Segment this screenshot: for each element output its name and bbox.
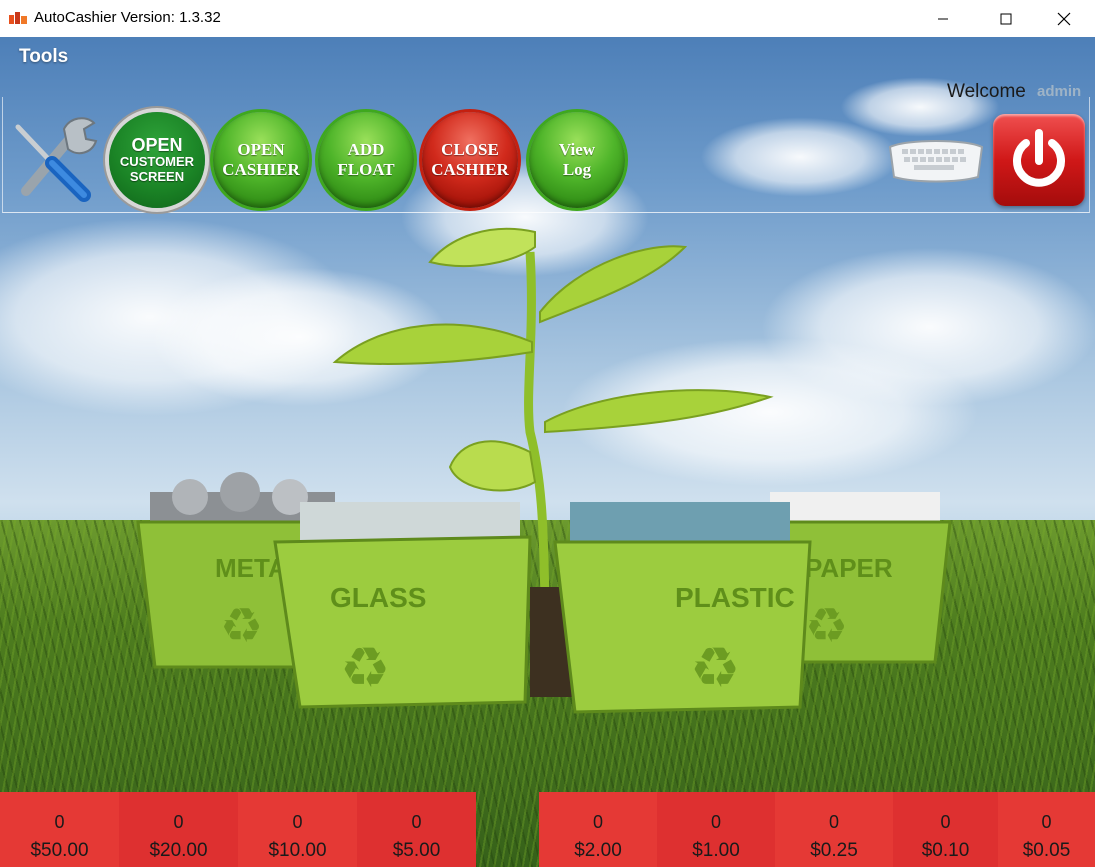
keyboard-icon[interactable]	[886, 137, 986, 183]
username-label: admin	[1037, 83, 1082, 100]
denom-value: $5.00	[392, 840, 441, 861]
denom-count: 0	[292, 812, 303, 832]
tools-menu[interactable]: Tools	[19, 46, 68, 68]
button-label: FLOAT	[337, 160, 395, 179]
denom-20[interactable]: 0 $20.00	[119, 792, 238, 867]
denom-50[interactable]: 0 $50.00	[0, 792, 119, 867]
denom-0-25[interactable]: 0 $0.25	[775, 792, 893, 867]
svg-text:PLASTIC: PLASTIC	[675, 582, 795, 613]
button-label: CUSTOMER	[119, 154, 195, 170]
denom-value: $10.00	[268, 840, 327, 861]
denom-value: $50.00	[30, 840, 89, 861]
svg-text:♻: ♻	[805, 600, 848, 653]
window-title: AutoCashier Version: 1.3.32	[34, 9, 221, 26]
button-label: CASHIER	[431, 160, 509, 179]
minimize-icon	[938, 18, 948, 19]
denom-count: 0	[940, 812, 951, 832]
denom-value: $2.00	[574, 840, 622, 861]
open-cashier-button[interactable]: OPEN CASHIER	[213, 112, 309, 208]
button-label: OPEN	[237, 140, 285, 160]
close-icon	[1057, 12, 1071, 25]
view-log-button[interactable]: View Log	[529, 112, 625, 208]
logout-button[interactable]	[993, 114, 1085, 206]
svg-text:♻: ♻	[220, 600, 263, 653]
denom-value: $0.05	[1022, 840, 1071, 861]
app-logo-icon	[9, 12, 27, 24]
denom-0-05[interactable]: 0 $0.05	[998, 792, 1095, 867]
add-float-button[interactable]: ADD FLOAT	[318, 112, 414, 208]
button-label: ADD	[347, 140, 385, 160]
maximize-button[interactable]	[983, 0, 1029, 37]
button-label: CLOSE	[441, 140, 499, 160]
denom-count: 0	[411, 812, 422, 832]
power-icon	[1013, 129, 1065, 187]
close-cashier-button[interactable]: CLOSE CASHIER	[422, 112, 518, 208]
tools-icon[interactable]	[6, 111, 98, 203]
button-label: CASHIER	[222, 160, 300, 179]
denomination-bar-notes: 0 $50.00 0 $20.00 0 $10.00 0 $5.00	[0, 792, 476, 867]
denom-count: 0	[173, 812, 184, 832]
open-customer-screen-button[interactable]: OPEN CUSTOMER SCREEN	[109, 112, 205, 208]
button-label: Log	[562, 160, 592, 179]
minimize-button[interactable]	[920, 0, 966, 37]
svg-text:GLASS: GLASS	[330, 582, 426, 613]
denom-10[interactable]: 0 $10.00	[238, 792, 357, 867]
button-label: OPEN	[131, 134, 183, 155]
denom-2[interactable]: 0 $2.00	[539, 792, 657, 867]
button-label: View	[558, 140, 596, 160]
recycling-bins-illustration: METAL ♻ PAPER ♻ GLASS ♻ PLASTIC ♻	[136, 227, 952, 714]
title-bar: AutoCashier Version: 1.3.32	[0, 0, 1095, 37]
denom-count: 0	[592, 812, 603, 832]
denom-1[interactable]: 0 $1.00	[657, 792, 775, 867]
denom-count: 0	[54, 812, 65, 832]
denomination-bar-coins: 0 $2.00 0 $1.00 0 $0.25 0 $0.10 0 $0.05	[539, 792, 1095, 867]
close-window-button[interactable]	[1041, 0, 1087, 37]
denom-count: 0	[828, 812, 839, 832]
welcome-label: Welcome	[947, 81, 1026, 102]
denom-value: $0.10	[921, 840, 970, 861]
denom-5[interactable]: 0 $5.00	[357, 792, 476, 867]
denom-value: $1.00	[692, 840, 740, 861]
svg-text:PAPER: PAPER	[805, 553, 893, 583]
button-label: SCREEN	[129, 169, 185, 185]
svg-text:♻: ♻	[690, 636, 740, 699]
svg-text:♻: ♻	[340, 636, 390, 699]
denom-value: $20.00	[149, 840, 208, 861]
denom-count: 0	[710, 812, 721, 832]
denom-0-10[interactable]: 0 $0.10	[893, 792, 998, 867]
toolbar: Tools OPEN CUSTOMER SCREEN OPEN CASHIER …	[0, 37, 1095, 213]
denom-count: 0	[1041, 812, 1052, 832]
denom-value: $0.25	[810, 840, 858, 861]
maximize-icon	[1000, 13, 1012, 24]
main-scene: METAL ♻ PAPER ♻ GLASS ♻ PLASTIC ♻ Tools	[0, 37, 1095, 867]
